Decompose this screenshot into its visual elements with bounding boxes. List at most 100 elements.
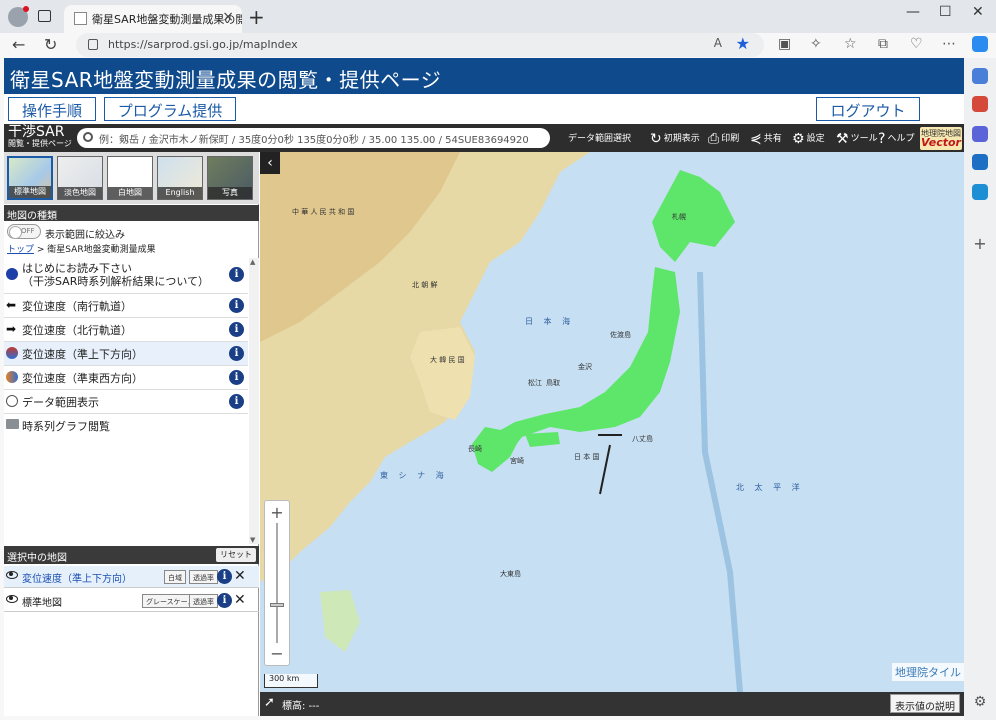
layer-info-button[interactable]: i <box>229 394 244 409</box>
layer-item-datarange[interactable]: データ範囲表示 i <box>4 390 248 414</box>
maximize-icon[interactable]: ☐ <box>939 4 952 20</box>
map-view[interactable]: 日 本 海 東 シ ナ 海 北 太 平 洋 中 華 人 民 共 和 国 北 朝 … <box>260 152 964 692</box>
zoom-out-button[interactable]: − <box>265 644 289 663</box>
sidebar-settings-icon[interactable]: ⚙ <box>972 694 988 710</box>
range-filter-toggle[interactable]: OFF <box>7 224 41 239</box>
new-tab-button[interactable]: + <box>248 5 265 29</box>
tab-title: 衛星SAR地盤変動測量成果の閲覧 <box>92 13 242 26</box>
layer-info-button[interactable]: i <box>229 370 244 385</box>
extensions-puzzle-icon[interactable]: ✧ <box>810 36 822 52</box>
circle-app-icon[interactable] <box>972 126 988 142</box>
selected-layer-name[interactable]: 標準地図 <box>22 598 62 609</box>
breadcrumb-top-link[interactable]: トップ <box>7 245 34 255</box>
remove-layer-icon[interactable]: ✕ <box>234 568 246 584</box>
help-icon: ? <box>878 131 886 147</box>
zoom-slider-handle[interactable] <box>270 603 284 607</box>
gsi-map-logo[interactable]: 地理院地図 Vector <box>920 127 962 150</box>
zoom-in-button[interactable]: + <box>265 503 289 522</box>
place-search-input[interactable]: 例：剱岳 / 金沢市木ノ新保町 / 35度0分0秒 135度0分0秒 / 35.… <box>77 128 550 148</box>
edge-sidebar: + ⚙ <box>964 36 996 720</box>
collections-icon[interactable]: ⧉ <box>878 36 888 52</box>
nagasaki-label: 長崎 <box>468 445 482 453</box>
layer-item-readme[interactable]: はじめにお読み下さい （干渉SAR時系列解析結果について） i <box>4 258 248 294</box>
profile-icon[interactable] <box>8 6 29 27</box>
basemap-label: English <box>158 187 202 199</box>
eye-icon[interactable] <box>6 595 18 603</box>
favorites-icon[interactable]: ☆ <box>844 36 857 52</box>
add-sidebar-icon[interactable]: + <box>972 236 988 252</box>
remove-layer-icon[interactable]: ✕ <box>234 592 246 608</box>
copilot-icon[interactable] <box>972 36 988 52</box>
more-menu-icon[interactable]: ⋯ <box>942 36 956 52</box>
expand-arrow-icon[interactable]: ➚ <box>264 695 275 710</box>
layer-label: 変位速度（北行軌道） <box>22 324 132 337</box>
share-button[interactable]: ⋞ 共有 <box>750 131 782 147</box>
settings-button[interactable]: ⚙ 設定 <box>792 131 825 147</box>
read-aloud-icon[interactable]: A <box>714 36 722 50</box>
china-label: 中 華 人 民 共 和 国 <box>292 208 355 216</box>
close-window-icon[interactable]: ✕ <box>972 4 984 20</box>
layer-item-northbound[interactable]: ➡ 変位速度（北行軌道） i <box>4 318 248 342</box>
reload-icon[interactable]: ↻ <box>44 35 57 54</box>
browser-tab[interactable]: 衛星SAR地盤変動測量成果の閲覧 × <box>64 5 242 33</box>
whiteout-button[interactable]: 白域 <box>164 570 186 584</box>
tools-icon[interactable] <box>972 96 988 112</box>
basemap-label: 白地図 <box>108 187 152 199</box>
selected-maps-header: 選択中の地図 リセット <box>4 546 259 564</box>
layer-label: はじめにお読み下さい <box>22 262 132 275</box>
share-icon: ⋞ <box>750 131 762 147</box>
manual-button[interactable]: 操作手順 <box>8 97 96 121</box>
vertical-displacement-icon <box>6 347 18 359</box>
selected-row-std: 標準地図 グレースケール 透過率 i ✕ <box>4 590 259 612</box>
layer-info-button[interactable]: i <box>217 569 232 584</box>
initial-view-button[interactable]: ↻ 初期表示 <box>650 131 700 147</box>
eye-icon[interactable] <box>6 571 18 579</box>
zoom-track[interactable] <box>276 523 278 643</box>
layer-info-button[interactable]: i <box>229 267 244 282</box>
basemap-photo[interactable]: 写真 <box>207 156 253 200</box>
layer-item-vertical[interactable]: 変位速度（準上下方向） i <box>4 342 248 366</box>
selected-layer-name[interactable]: 変位速度（準上下方向） <box>22 574 132 585</box>
layer-info-button[interactable]: i <box>229 298 244 313</box>
program-button[interactable]: プログラム提供 <box>104 97 236 121</box>
basemap-blank[interactable]: 白地図 <box>107 156 153 200</box>
app-logo[interactable]: 干渉SAR 閲覧・提供ページ <box>8 125 72 149</box>
layer-label: 変位速度（準上下方向） <box>22 348 143 361</box>
tag-icon[interactable] <box>972 68 988 84</box>
collapse-panel-button[interactable]: ‹ <box>260 152 280 174</box>
printer-icon: ⎙ <box>708 131 720 147</box>
reset-button[interactable]: リセット <box>216 548 256 562</box>
layer-item-eastwest[interactable]: 変位速度（準東西方向） i <box>4 366 248 390</box>
layer-list-scrollbar[interactable] <box>249 258 259 544</box>
outlook-icon[interactable] <box>972 154 988 170</box>
opacity-button[interactable]: 透過率 <box>189 570 218 584</box>
favorite-star-icon[interactable]: ★ <box>736 34 750 53</box>
layer-label-sub: （干渉SAR時系列解析結果について） <box>22 275 210 288</box>
basemap-english[interactable]: English <box>157 156 203 200</box>
layer-info-button[interactable]: i <box>217 593 232 608</box>
logout-button[interactable]: ログアウト <box>816 97 920 121</box>
minimize-icon[interactable]: — <box>906 4 920 20</box>
layer-label: 変位速度（準東西方向） <box>22 372 143 385</box>
tools-button[interactable]: ⚒ ツール <box>836 131 878 147</box>
tab-close-icon[interactable]: × <box>222 9 234 25</box>
layer-item-southbound[interactable]: ⬅ 変位速度（南行軌道） i <box>4 294 248 318</box>
extension-s-icon[interactable]: ▣ <box>778 36 791 52</box>
help-button[interactable]: ? ヘルプ <box>878 131 914 147</box>
tile-attribution[interactable]: 地理院タイル <box>892 663 964 681</box>
legend-button[interactable]: 表示値の説明 <box>890 694 960 713</box>
print-button[interactable]: ⎙ 印刷 <box>708 131 739 147</box>
opacity-button[interactable]: 透過率 <box>189 594 218 608</box>
basemap-pale[interactable]: 淡色地図 <box>57 156 103 200</box>
layer-info-button[interactable]: i <box>229 322 244 337</box>
send-icon[interactable] <box>972 184 988 200</box>
back-icon[interactable]: ← <box>12 35 25 54</box>
layer-item-timeseries[interactable]: 時系列グラフ閲覧 <box>4 414 248 438</box>
url-field[interactable]: https://sarprod.gsi.go.jp/mapIndex A ★ <box>76 33 764 57</box>
basemap-label: 写真 <box>208 187 252 199</box>
data-range-button[interactable]: データ範囲選択 <box>568 131 631 144</box>
tab-actions-icon[interactable] <box>38 10 51 22</box>
layer-info-button[interactable]: i <box>229 346 244 361</box>
browser-essentials-icon[interactable]: ♡ <box>910 36 923 52</box>
basemap-std[interactable]: 標準地図 <box>7 156 53 200</box>
